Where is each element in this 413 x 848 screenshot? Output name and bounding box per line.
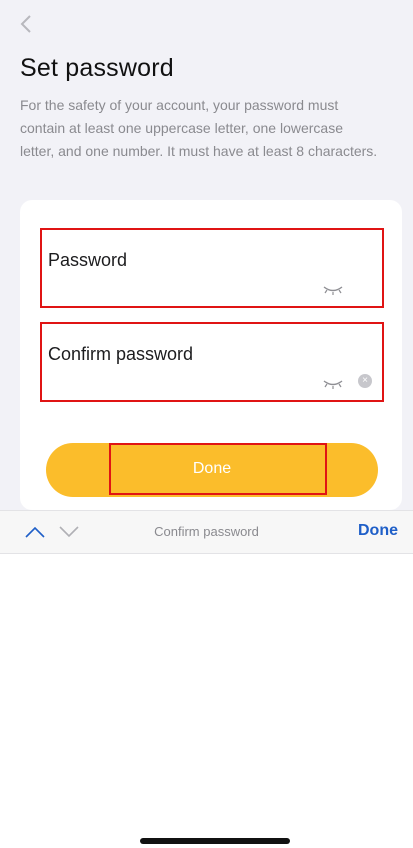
back-button[interactable] [20,14,44,42]
password-field[interactable]: Password [40,228,384,308]
toolbar-done-button[interactable]: Done [358,522,398,540]
clear-icon[interactable]: × [358,374,372,388]
keyboard-area [0,554,413,848]
confirm-password-label: Confirm password [48,344,194,364]
password-form-card: Password Confirm password × Done [20,200,402,510]
toolbar-field-title: Confirm password [154,524,259,539]
chevron-left-icon [20,15,31,33]
done-button[interactable]: Done [46,443,378,497]
password-label: Password [48,250,128,270]
home-indicator[interactable] [140,838,290,844]
eye-closed-icon[interactable] [322,284,344,296]
keyboard-toolbar: Confirm password Done [0,510,413,554]
eye-closed-icon[interactable] [322,378,344,390]
password-requirements-text: For the safety of your account, your pas… [20,97,378,159]
confirm-password-field[interactable]: Confirm password × [40,322,384,402]
password-input[interactable] [48,280,312,302]
done-button-label: Done [192,460,232,477]
page-title: Set password [20,54,174,82]
confirm-password-input[interactable] [48,374,312,396]
